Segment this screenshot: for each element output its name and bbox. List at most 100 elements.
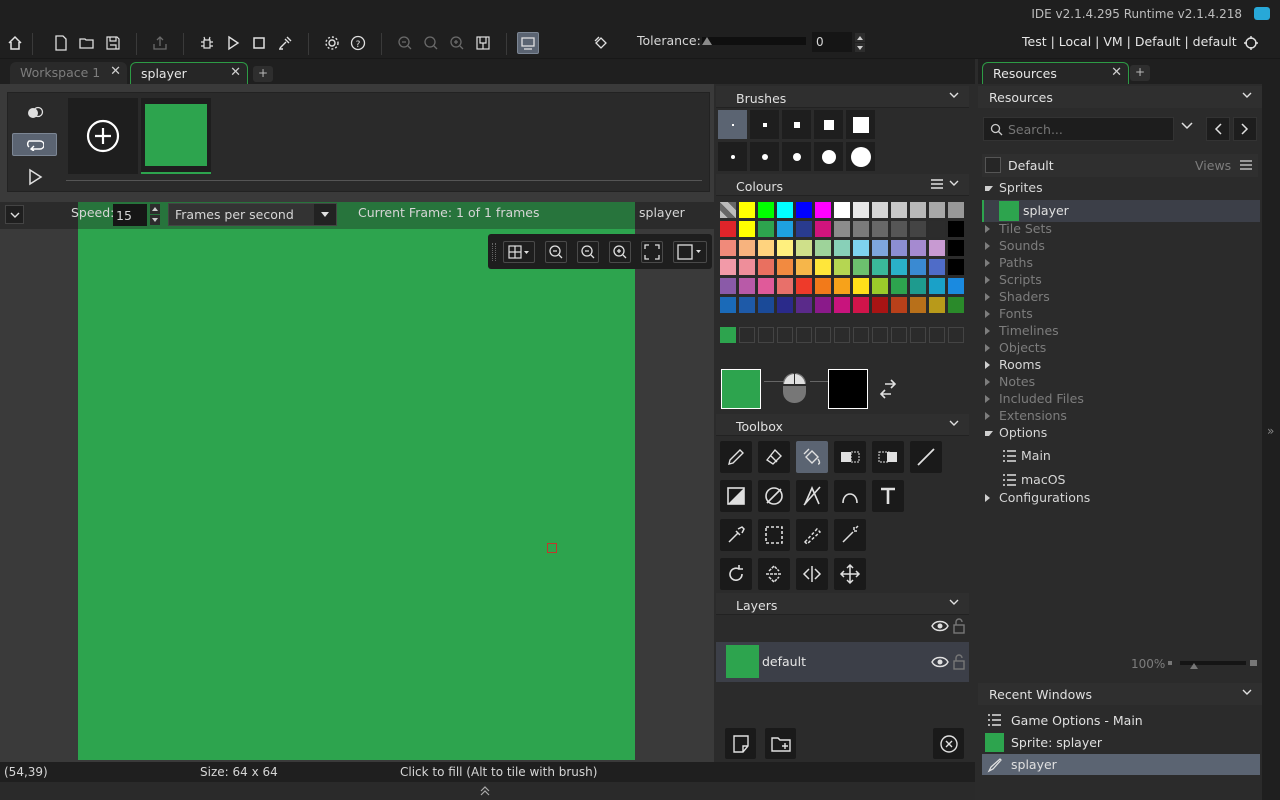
brushes-header[interactable]: Brushes <box>716 86 969 108</box>
forward-arrow-icon[interactable] <box>1233 117 1257 141</box>
play-icon[interactable] <box>25 167 45 187</box>
drag-handle[interactable] <box>492 243 496 261</box>
colour-swatch[interactable] <box>815 240 831 256</box>
lasso-select-tool-icon[interactable] <box>796 519 828 551</box>
colour-swatch[interactable] <box>910 221 926 237</box>
background-toggle-icon[interactable] <box>673 241 707 263</box>
colour-swatch[interactable] <box>929 202 945 218</box>
secondary-colour-swatch[interactable] <box>828 369 868 409</box>
back-arrow-icon[interactable] <box>1206 117 1230 141</box>
recent-item-splayer[interactable]: splayer <box>982 754 1260 775</box>
colour-swatch[interactable] <box>758 202 774 218</box>
colour-swatch[interactable] <box>891 278 907 294</box>
colour-swatch[interactable] <box>777 240 793 256</box>
grid-toggle-icon[interactable] <box>503 241 535 263</box>
eye-icon[interactable] <box>931 655 949 669</box>
zoom-in-icon[interactable] <box>609 241 631 263</box>
zoom-reset-icon[interactable] <box>420 32 442 54</box>
select-copy-tool-icon[interactable] <box>834 441 866 473</box>
search-input[interactable] <box>1008 121 1168 137</box>
custom-colour-slot[interactable] <box>739 327 755 343</box>
expanded-arrow-icon[interactable] <box>985 186 993 191</box>
expand-icon[interactable]: » <box>1267 424 1274 438</box>
home-button[interactable] <box>4 32 26 54</box>
open-project-button[interactable] <box>76 32 98 54</box>
onion-skin-icon[interactable] <box>25 103 45 123</box>
colour-swatch[interactable] <box>777 221 793 237</box>
colour-swatch[interactable] <box>796 202 812 218</box>
move-tool-icon[interactable] <box>834 558 866 590</box>
chevron-down-icon[interactable] <box>949 180 959 186</box>
custom-colour-slot[interactable] <box>853 327 869 343</box>
tree-item[interactable]: macOS <box>982 469 1260 491</box>
text-tool-icon[interactable] <box>872 480 904 512</box>
colour-swatch[interactable] <box>720 202 736 218</box>
custom-colour-slot[interactable] <box>758 327 774 343</box>
tree-item[interactable]: Sprites <box>982 180 1260 197</box>
recent-item-sprite[interactable]: Sprite: splayer <box>982 732 1260 753</box>
toolbox-header[interactable]: Toolbox <box>716 414 969 436</box>
target-crosshair-icon[interactable] <box>1240 32 1262 54</box>
tolerance-slider-thumb[interactable] <box>702 37 712 45</box>
colour-swatch[interactable] <box>948 278 964 294</box>
colour-swatch[interactable] <box>929 240 945 256</box>
custom-colour-slot[interactable] <box>948 327 964 343</box>
colour-swatch[interactable] <box>910 202 926 218</box>
eyedropper-tool-icon[interactable] <box>720 519 752 551</box>
colour-swatch[interactable] <box>815 278 831 294</box>
line-tool-icon[interactable] <box>910 441 942 473</box>
collapsed-arrow-icon[interactable] <box>985 395 990 403</box>
menu-icon[interactable] <box>1240 160 1252 170</box>
search-options-chevron-icon[interactable] <box>1181 122 1195 136</box>
tree-item[interactable]: Timelines <box>982 323 1260 340</box>
colour-swatch[interactable] <box>891 259 907 275</box>
output-panel-toggle[interactable] <box>0 782 975 800</box>
colour-swatch[interactable] <box>872 278 888 294</box>
settings-gear-icon[interactable] <box>321 32 343 54</box>
custom-colour-slot[interactable] <box>777 327 793 343</box>
resource-group-row[interactable]: Default Views <box>982 154 1258 177</box>
colour-swatch[interactable] <box>815 297 831 313</box>
round-brush-5[interactable] <box>846 142 875 171</box>
marquee-select-tool-icon[interactable] <box>758 519 790 551</box>
layer-row[interactable]: default <box>716 642 969 682</box>
menu-icon[interactable] <box>931 179 943 189</box>
eraser-tool-icon[interactable] <box>758 441 790 473</box>
target-device-icon[interactable] <box>517 32 539 54</box>
tree-item[interactable]: splayer <box>982 200 1260 222</box>
tree-item[interactable]: Tile Sets <box>982 221 1260 238</box>
pencil-tool-icon[interactable] <box>720 441 752 473</box>
colour-swatch[interactable] <box>720 297 736 313</box>
colours-header[interactable]: Colours <box>716 174 969 196</box>
colour-swatch[interactable] <box>834 259 850 275</box>
colour-swatch[interactable] <box>948 297 964 313</box>
tree-item[interactable]: Rooms <box>982 357 1260 374</box>
zoom-reset-icon[interactable] <box>577 241 599 263</box>
tree-item[interactable]: Shaders <box>982 289 1260 306</box>
colour-swatch[interactable] <box>853 297 869 313</box>
select-paste-tool-icon[interactable] <box>872 441 904 473</box>
colour-swatch[interactable] <box>796 278 812 294</box>
tree-item[interactable]: Main <box>982 445 1260 467</box>
collapsed-arrow-icon[interactable] <box>985 276 990 284</box>
eye-icon[interactable] <box>931 619 949 633</box>
new-project-button[interactable] <box>50 32 72 54</box>
resources-header[interactable]: Resources <box>978 86 1262 108</box>
close-icon[interactable]: ✕ <box>110 64 121 79</box>
tree-item[interactable]: Extensions <box>982 408 1260 425</box>
colour-swatch[interactable] <box>796 297 812 313</box>
colour-swatch[interactable] <box>758 221 774 237</box>
collapsed-arrow-icon[interactable] <box>985 378 990 386</box>
colour-swatch[interactable] <box>853 221 869 237</box>
save-project-button[interactable] <box>102 32 124 54</box>
lock-icon[interactable] <box>953 618 965 634</box>
round-brush-4[interactable] <box>814 142 843 171</box>
views-label[interactable]: Views <box>1195 158 1231 173</box>
colour-swatch[interactable] <box>910 278 926 294</box>
tolerance-input[interactable] <box>812 32 852 52</box>
expanded-arrow-icon[interactable] <box>985 431 993 436</box>
tolerance-up-icon[interactable] <box>855 33 865 42</box>
collapsed-arrow-icon[interactable] <box>985 293 990 301</box>
colour-swatch[interactable] <box>720 259 736 275</box>
tree-item[interactable]: Options <box>982 425 1260 442</box>
